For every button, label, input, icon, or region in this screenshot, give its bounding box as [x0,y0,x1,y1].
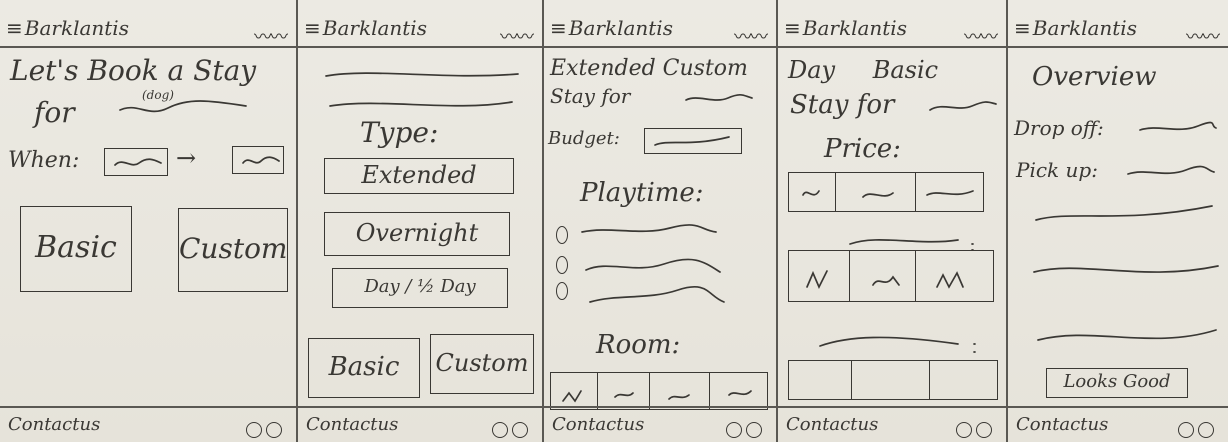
menu-icon[interactable]: ≡ [1014,16,1031,40]
menu-icon[interactable]: ≡ [6,16,23,40]
summary-scribble [1033,205,1219,341]
screen-book-stay: ≡ Barklantis 〰〰 Let's Book a Stay for (do… [0,0,298,442]
looks-good-button[interactable]: Looks Good [1046,368,1188,398]
playtime-option-3-text [589,285,725,303]
app-footer: Contactus [298,406,542,442]
social-icons [722,416,762,442]
brand-name: Barklantis [568,16,673,40]
page-title: Overview [1032,62,1157,92]
wave-icon: 〰〰 [1186,27,1220,48]
social-icons [488,416,528,442]
screen-overview: ≡ Barklantis 〰〰 Overview Drop off: Pick u… [1008,0,1228,442]
circle-icon [726,422,742,438]
page-title: Extended Custom [550,56,748,81]
wave-icon: 〰〰 [964,27,998,48]
playtime-option-1-text [581,224,717,233]
brand-name: Barklantis [322,16,427,40]
stay-for-scribble [685,93,753,101]
playtime-radio-3[interactable] [556,282,568,300]
circle-icon [1198,422,1214,438]
screen-extended-custom: ≡ Barklantis 〰〰 Extended Custom Stay for … [544,0,778,442]
brand-name: Barklantis [802,16,907,40]
price-table-1[interactable] [788,172,984,212]
playtime-label: Playtime: [580,178,704,208]
room-selector[interactable] [550,372,768,410]
app-header: ≡ Barklantis 〰〰 [0,10,296,48]
budget-label: Budget: [548,128,620,149]
custom-button[interactable]: Custom [178,208,288,292]
dog-name-scribble [119,100,247,113]
circle-icon [976,422,992,438]
social-icons [242,416,282,442]
menu-icon[interactable]: ≡ [784,16,801,40]
dropoff-label: Drop off: [1014,116,1104,140]
wave-icon: 〰〰 [500,27,534,48]
app-header: ≡ Barklantis 〰〰 [1008,10,1228,48]
stay-for-label: Stay for [790,90,895,120]
date-start-field[interactable] [104,148,168,176]
option-extended[interactable]: Extended [324,158,514,194]
playtime-option-2-text [585,258,721,273]
page-title: Day Basic [788,56,939,84]
price-caption-1 [849,239,974,251]
circle-icon [512,422,528,438]
brand-name: Barklantis [24,16,129,40]
date-end-field[interactable] [232,146,284,174]
app-footer: Contactus [0,406,296,442]
stay-for-scribble [929,101,997,111]
room-label: Room: [596,330,681,360]
circle-icon [246,422,262,438]
page-title: Let's Book a Stay [10,54,257,87]
circle-icon [1178,422,1194,438]
price-table-2[interactable] [788,250,994,302]
for-label: for [34,96,75,129]
social-icons [1174,416,1214,442]
menu-icon[interactable]: ≡ [304,16,321,40]
option-day-half-day[interactable]: Day / ½ Day [332,268,508,308]
when-label: When: [8,148,80,173]
pickup-label: Pick up: [1016,158,1098,182]
price-caption-2 [819,336,976,353]
circle-icon [956,422,972,438]
playtime-radio-1[interactable] [556,226,568,244]
dropoff-value-scribble [1139,121,1217,131]
arrow-icon: → [176,144,197,172]
app-header: ≡ Barklantis 〰〰 [778,10,1006,48]
basic-button[interactable]: Basic [20,206,132,292]
circle-icon [492,422,508,438]
brand-name: Barklantis [1032,16,1137,40]
contact-link[interactable]: Contactus [552,414,644,435]
sketch-sheet: ≡ Barklantis 〰〰 Let's Book a Stay for (do… [0,0,1228,442]
app-header: ≡ Barklantis 〰〰 [298,10,542,48]
app-footer: Contactus [778,406,1006,442]
circle-icon [746,422,762,438]
price-table-3[interactable] [788,360,998,400]
budget-field[interactable] [644,128,742,154]
option-overnight[interactable]: Overnight [324,212,510,256]
contact-link[interactable]: Contactus [306,414,398,435]
basic-button[interactable]: Basic [308,338,420,398]
screen-day-basic: ≡ Barklantis 〰〰 Day Basic Stay for Price: [778,0,1008,442]
wave-icon: 〰〰 [254,27,288,48]
menu-icon[interactable]: ≡ [550,16,567,40]
app-footer: Contactus [1008,406,1228,442]
contact-link[interactable]: Contactus [1016,414,1108,435]
pickup-value-scribble [1127,165,1215,175]
social-icons [952,416,992,442]
price-label: Price: [824,134,901,164]
contact-link[interactable]: Contactus [8,414,100,435]
playtime-radio-2[interactable] [556,256,568,274]
contact-link[interactable]: Contactus [786,414,878,435]
custom-button[interactable]: Custom [430,334,534,394]
screen-stay-type: ≡ Barklantis 〰〰 Type: Extended Overnight … [298,0,544,442]
app-header: ≡ Barklantis 〰〰 [544,10,776,48]
title-scribble [325,72,519,107]
circle-icon [266,422,282,438]
type-label: Type: [360,116,439,149]
stay-for-label: Stay for [550,84,631,108]
app-footer: Contactus [544,406,776,442]
wave-icon: 〰〰 [734,27,768,48]
